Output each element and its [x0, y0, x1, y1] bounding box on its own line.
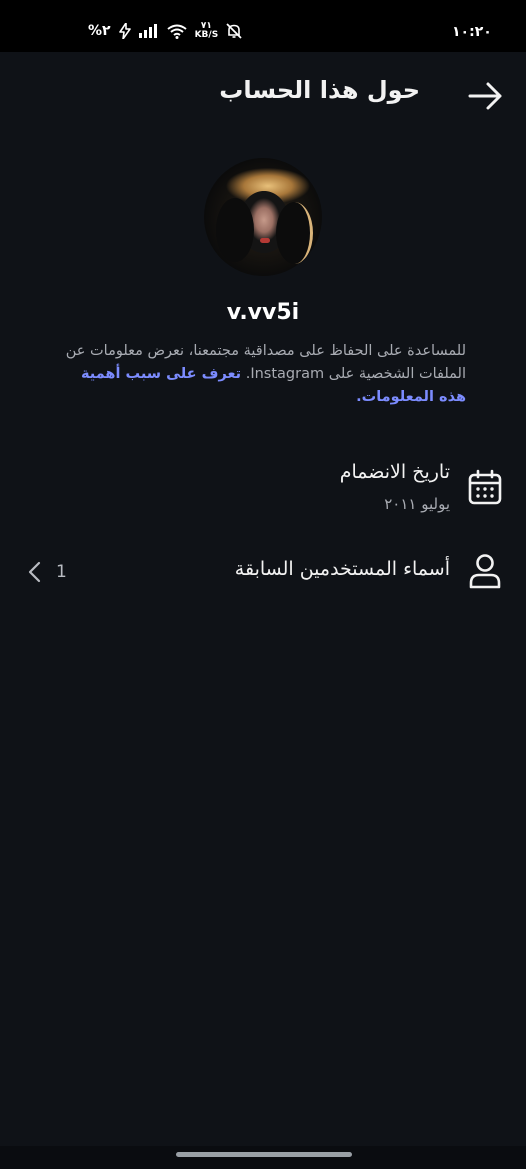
former-usernames-count: 1	[56, 562, 67, 582]
network-speed-unit: KB/S	[194, 30, 219, 40]
back-arrow-icon[interactable]	[466, 76, 506, 116]
status-time: ١٠:٢٠	[452, 24, 492, 40]
date-joined-title: تاريخ الانضمام	[339, 461, 450, 483]
top-bar: حول هذا الحساب	[0, 52, 526, 138]
profile-avatar	[204, 158, 322, 276]
charging-bolt-icon	[118, 23, 131, 39]
wifi-icon	[166, 24, 187, 39]
battery-level: %٢	[88, 23, 111, 39]
home-indicator[interactable]	[176, 1152, 352, 1157]
calendar-icon	[468, 469, 502, 505]
page-title: حول هذا الحساب	[219, 76, 420, 104]
notifications-muted-icon	[226, 23, 242, 39]
former-usernames-row[interactable]: أسماء المستخدمين السابقة 1	[0, 550, 526, 596]
date-joined-value: يوليو ٢٠١١	[384, 495, 450, 513]
network-speed: ٧١ KB/S	[195, 22, 219, 40]
date-joined-row: تاريخ الانضمام يوليو ٢٠١١	[0, 455, 526, 525]
status-bar: %٢ ٧١ KB/S ١٠:٢٠	[0, 0, 526, 52]
profile-username: v.vv5i	[226, 300, 300, 325]
user-icon	[469, 554, 501, 589]
chevron-left-icon	[28, 561, 41, 583]
status-icons: %٢ ٧١ KB/S	[88, 22, 242, 40]
profile-description: للمساعدة على الحفاظ على مصداقية مجتمعنا،…	[56, 340, 466, 409]
signal-icon	[138, 24, 157, 38]
navigation-bar	[0, 1146, 526, 1169]
former-usernames-title: أسماء المستخدمين السابقة	[234, 558, 450, 580]
